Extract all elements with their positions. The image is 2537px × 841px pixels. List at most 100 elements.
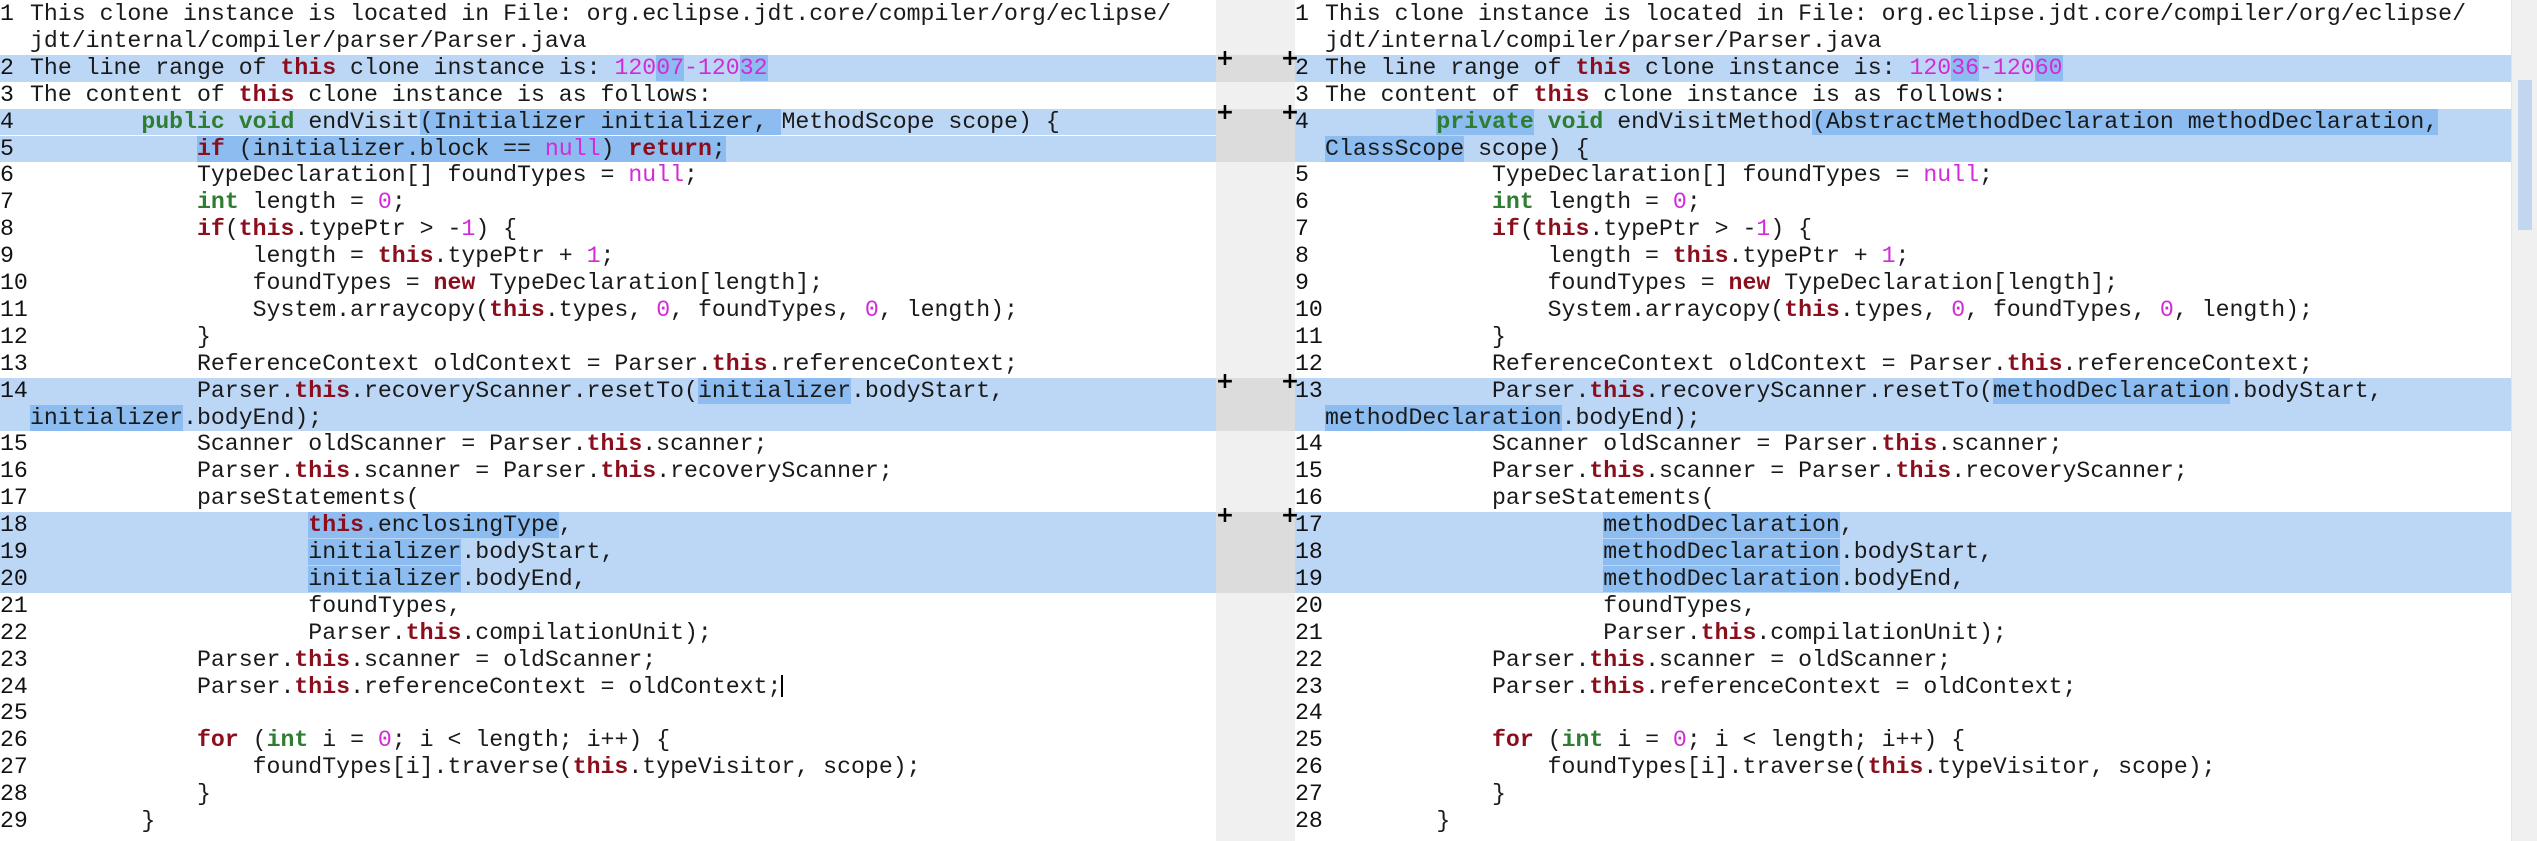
code-line[interactable]: 20 foundTypes, — [1295, 593, 2511, 620]
code-line[interactable]: 13 ReferenceContext oldContext = Parser.… — [0, 351, 1216, 378]
code-token: .scanner = oldScanner; — [1645, 646, 1952, 673]
code-line[interactable]: 18 methodDeclaration.bodyStart, — [1295, 539, 2511, 566]
code-line[interactable]: 2 The line range of this clone instance i… — [0, 54, 1216, 82]
code-line[interactable]: 24 Parser.this.referenceContext = oldCon… — [0, 674, 1216, 701]
code-line[interactable]: 6 int length = 0; — [1295, 189, 2511, 216]
code-line[interactable]: 16 Parser.this.scanner = Parser.this.rec… — [0, 458, 1216, 485]
code-line[interactable]: 3 The content of this clone instance is a… — [0, 82, 1216, 109]
code-line[interactable]: 14 Scanner oldScanner = Parser.this.scan… — [1295, 431, 2511, 458]
code-line[interactable]: 7 int length = 0; — [0, 189, 1216, 216]
code-line[interactable]: 6 TypeDeclaration[] foundTypes = null; — [0, 162, 1216, 189]
code-line[interactable]: 27 } — [1295, 781, 2511, 808]
code-line[interactable]: 13 Parser.this.recoveryScanner.resetTo(m… — [1295, 377, 2511, 432]
line-number: 5 — [0, 135, 14, 162]
code-token: this — [1575, 54, 1632, 81]
right-clone-pane[interactable]: 1 This clone instance is located in File:… — [1295, 0, 2511, 841]
copy-left-marker[interactable]: + — [1215, 46, 1235, 71]
code-token: 0 — [1951, 296, 1966, 323]
code-line[interactable]: 25 for (int i = 0; i < length; i++) { — [1295, 727, 2511, 754]
code-line[interactable]: 22 Parser.this.scanner = oldScanner; — [1295, 647, 2511, 674]
code-line[interactable]: 23 Parser.this.scanner = oldScanner; — [0, 647, 1216, 674]
code-line[interactable]: 10 System.arraycopy(this.types, 0, found… — [1295, 297, 2511, 324]
code-line[interactable]: 21 Parser.this.compilationUnit); — [1295, 620, 2511, 647]
code-line[interactable]: 12 } — [0, 324, 1216, 351]
code-line[interactable]: 2 The line range of this clone instance i… — [1295, 54, 2511, 82]
code-line[interactable]: 15 Parser.this.scanner = Parser.this.rec… — [1295, 458, 2511, 485]
left-clone-pane[interactable]: 1 This clone instance is located in File:… — [0, 0, 1216, 841]
copy-right-marker[interactable]: + — [1280, 369, 1300, 394]
code-line[interactable]: 17 parseStatements( — [0, 485, 1216, 512]
copy-left-marker[interactable]: + — [1215, 504, 1235, 528]
code-token: clone instance is as follows: — [294, 81, 712, 108]
code-line-segment: Parser.this.scanner = Parser.this.recove… — [30, 458, 1216, 485]
copy-right-marker[interactable]: + — [1280, 46, 1300, 71]
copy-right-marker[interactable]: + — [1280, 504, 1300, 528]
code-line[interactable]: 16 parseStatements( — [1295, 485, 2511, 512]
code-line[interactable]: 26 foundTypes[i].traverse(this.typeVisit… — [1295, 754, 2511, 781]
code-line[interactable]: 15 Scanner oldScanner = Parser.this.scan… — [0, 431, 1216, 458]
code-token: this — [1589, 458, 1646, 485]
copy-left-marker[interactable]: + — [1215, 369, 1235, 394]
line-number: 7 — [1295, 216, 1309, 243]
code-line[interactable]: 9 length = this.typePtr + 1; — [0, 243, 1216, 270]
code-line[interactable]: 4 private void endVisitMethod(AbstractMe… — [1295, 108, 2511, 163]
scrollbar-thumb[interactable] — [2518, 80, 2532, 230]
code-line[interactable]: 5 TypeDeclaration[] foundTypes = null; — [1295, 162, 2511, 189]
code-line[interactable]: 4 public void endVisit(Initializer initi… — [0, 108, 1216, 136]
code-line[interactable]: 21 foundTypes, — [0, 593, 1216, 620]
code-text: int length = 0; — [1325, 189, 2511, 216]
code-line-segment: Scanner oldScanner = Parser.this.scanner… — [1325, 431, 2511, 458]
code-line[interactable]: 3 The content of this clone instance is a… — [1295, 82, 2511, 109]
code-line[interactable]: 28 } — [0, 781, 1216, 808]
code-token: 120 — [1909, 54, 1952, 81]
code-line-segment: for (int i = 0; i < length; i++) { — [1325, 727, 2511, 754]
code-line[interactable]: 8 length = this.typePtr + 1; — [1295, 243, 2511, 270]
code-line[interactable]: 22 Parser.this.compilationUnit); — [0, 620, 1216, 647]
code-line[interactable]: 19 methodDeclaration.bodyEnd, — [1295, 565, 2511, 593]
code-line[interactable]: 29 } — [0, 808, 1216, 835]
code-line[interactable]: 1 This clone instance is located in File:… — [1295, 1, 2511, 55]
code-line[interactable]: 12 ReferenceContext oldContext = Parser.… — [1295, 351, 2511, 378]
code-token: for — [196, 727, 239, 754]
code-token: ; i < length; i++) { — [391, 727, 671, 754]
code-line[interactable]: 11 } — [1295, 324, 2511, 351]
code-line[interactable]: 10 foundTypes = new TypeDeclaration[leng… — [0, 270, 1216, 297]
code-line[interactable]: 1 This clone instance is located in File:… — [0, 1, 1216, 55]
code-line[interactable]: 24 — [1295, 700, 2511, 727]
code-token: Parser. — [30, 619, 406, 646]
code-token: ; — [391, 189, 406, 216]
code-line[interactable]: 19 initializer.bodyStart, — [0, 539, 1216, 566]
code-line[interactable]: 7 if(this.typePtr > -1) { — [1295, 216, 2511, 243]
code-token: .referenceContext; — [2062, 350, 2313, 377]
code-line[interactable]: 9 foundTypes = new TypeDeclaration[lengt… — [1295, 270, 2511, 297]
code-line[interactable]: 8 if(this.typePtr > -1) { — [0, 216, 1216, 243]
vertical-scrollbar[interactable] — [2511, 0, 2537, 841]
code-line[interactable]: 26 for (int i = 0; i < length; i++) { — [0, 727, 1216, 754]
code-line[interactable]: 27 foundTypes[i].traverse(this.typeVisit… — [0, 754, 1216, 781]
code-token: , length); — [878, 296, 1018, 323]
code-line[interactable]: 17 methodDeclaration, — [1295, 512, 2511, 539]
code-token: .compilationUnit); — [461, 619, 712, 646]
code-line[interactable]: 18 this.enclosingType, — [0, 512, 1216, 539]
code-line[interactable]: 28 } — [1295, 808, 2511, 835]
code-line-segment: parseStatements( — [1325, 485, 2511, 512]
code-text: ReferenceContext oldContext = Parser.thi… — [30, 351, 1216, 378]
line-number: 21 — [1295, 619, 1323, 646]
code-line[interactable]: 5 if (initializer.block == null) return; — [0, 135, 1216, 163]
line-number: 22 — [0, 619, 28, 646]
line-number: 24 — [1295, 700, 1323, 727]
code-token: this — [1784, 296, 1840, 323]
code-token: .scanner; — [642, 431, 768, 458]
code-token: 0 — [656, 296, 671, 323]
code-text: Parser.this.scanner = Parser.this.recove… — [30, 458, 1216, 485]
copy-right-marker[interactable]: + — [1280, 100, 1300, 125]
code-text: Scanner oldScanner = Parser.this.scanner… — [30, 431, 1216, 458]
code-line[interactable]: 20 initializer.bodyEnd, — [0, 565, 1216, 593]
code-line[interactable]: 14 Parser.this.recoveryScanner.resetTo(i… — [0, 377, 1216, 432]
code-line[interactable]: 23 Parser.this.referenceContext = oldCon… — [1295, 674, 2511, 701]
code-token: , — [1839, 512, 1854, 539]
copy-left-marker[interactable]: + — [1215, 100, 1235, 125]
code-line[interactable]: 11 System.arraycopy(this.types, 0, found… — [0, 297, 1216, 324]
code-line[interactable]: 25 — [0, 700, 1216, 727]
